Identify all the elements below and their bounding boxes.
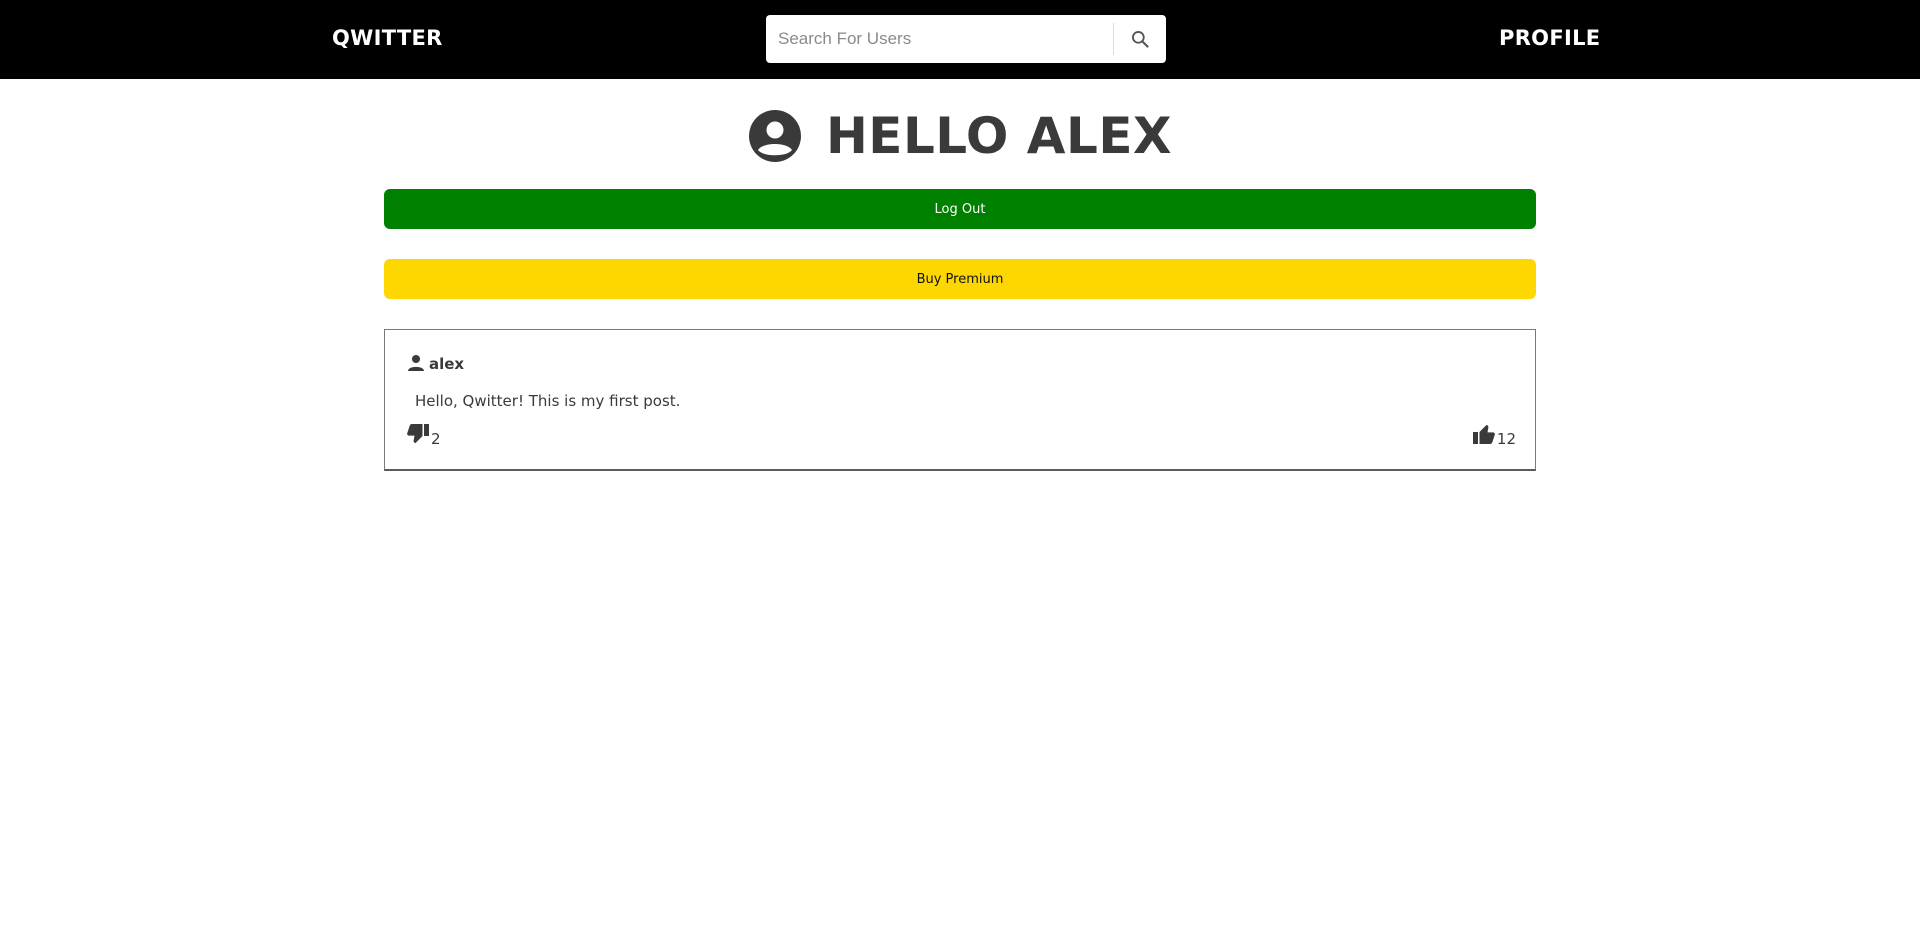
user-search-box — [766, 15, 1166, 63]
post-body: Hello, Qwitter! This is my first post. — [415, 392, 681, 410]
dislike-button[interactable]: 2 — [406, 422, 441, 448]
search-input[interactable] — [766, 15, 1112, 63]
dislike-count: 2 — [431, 430, 441, 448]
search-icon — [1132, 31, 1149, 48]
brand-logo-link[interactable]: QWITTER — [332, 26, 443, 50]
post-card: alex Hello, Qwitter! This is my first po… — [384, 329, 1536, 471]
page-title: HELLO ALEX — [825, 107, 1173, 165]
post-author-name: alex — [429, 355, 465, 373]
thumbs-down-icon — [407, 424, 429, 443]
greeting-header: HELLO ALEX — [0, 104, 1920, 168]
buy-premium-button[interactable]: Buy Premium — [384, 259, 1536, 299]
search-button[interactable] — [1114, 15, 1166, 63]
profile-link[interactable]: PROFILE — [1499, 26, 1600, 50]
thumbs-up-icon — [1472, 425, 1495, 444]
like-button[interactable]: 12 — [1472, 422, 1516, 448]
account-circle-icon — [748, 110, 801, 162]
post-author: alex — [407, 354, 464, 372]
like-count: 12 — [1496, 430, 1516, 448]
navbar: QWITTER PROFILE — [0, 0, 1920, 79]
person-icon — [408, 355, 424, 371]
logout-button[interactable]: Log Out — [384, 189, 1536, 229]
